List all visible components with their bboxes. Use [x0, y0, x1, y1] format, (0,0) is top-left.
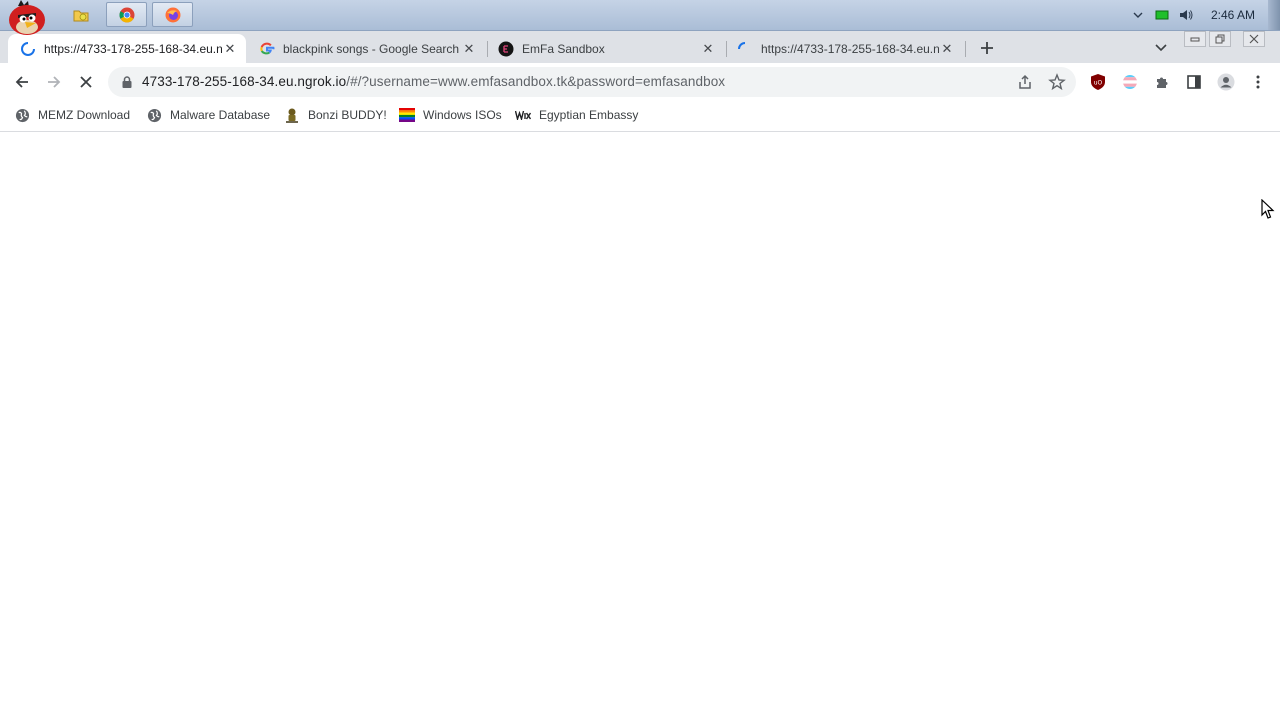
tab-search-button[interactable]	[1151, 38, 1171, 58]
menu-button[interactable]	[1247, 71, 1269, 93]
back-arrow-icon	[15, 76, 28, 88]
more-vert-icon	[1256, 75, 1260, 89]
page-content-area[interactable]	[0, 132, 1280, 720]
taskbar-chrome[interactable]	[106, 2, 147, 27]
show-desktop-button[interactable]	[1268, 0, 1280, 30]
taskbar-file-manager[interactable]	[60, 2, 101, 27]
lock-icon[interactable]	[120, 75, 134, 89]
side-panel-icon	[1187, 75, 1201, 89]
system-tray: 2:46 AM	[1126, 0, 1280, 30]
bookmark-label: MEMZ Download	[38, 108, 131, 122]
url-path: /#/?username=www.emfasandbox.tk&password…	[346, 74, 726, 89]
volume-icon[interactable]	[1174, 3, 1198, 27]
bookmark-windows-isos[interactable]: Windows ISOs	[399, 106, 502, 124]
plus-icon	[981, 42, 993, 54]
minimize-button[interactable]	[1184, 31, 1206, 47]
loading-spinner-icon	[20, 41, 36, 57]
bookmark-egyptian-embassy[interactable]: Egyptian Embassy	[515, 106, 638, 124]
globe-icon	[146, 107, 162, 123]
avatar-icon	[1217, 73, 1235, 91]
close-tab-icon[interactable]: ✕	[700, 41, 716, 57]
close-tab-icon[interactable]: ✕	[461, 41, 477, 57]
bookmark-star-icon[interactable]	[1048, 73, 1066, 91]
tab-ngrok-active[interactable]: https://4733-178-255-168-34.eu.ngrok.io/…	[8, 34, 246, 63]
battery-icon[interactable]	[1150, 3, 1174, 27]
firefox-icon	[165, 7, 180, 22]
extension-flag-button[interactable]	[1119, 71, 1141, 93]
mouse-cursor-icon	[1261, 199, 1275, 219]
clock[interactable]: 2:46 AM	[1198, 8, 1268, 22]
bonzi-icon	[284, 107, 300, 123]
folder-icon	[73, 10, 88, 21]
close-tab-icon[interactable]: ✕	[222, 41, 238, 57]
chevron-up-icon[interactable]	[1126, 3, 1150, 27]
browser-toolbar: 4733-178-255-168-34.eu.ngrok.io/#/?usern…	[0, 63, 1280, 100]
bookmark-label: Bonzi BUDDY!	[308, 108, 387, 122]
bookmark-bonzi-buddy[interactable]: Bonzi BUDDY!	[284, 106, 387, 124]
ublock-extension-button[interactable]: uO	[1087, 71, 1109, 93]
close-icon	[1249, 34, 1259, 44]
address-bar[interactable]: 4733-178-255-168-34.eu.ngrok.io/#/?usern…	[108, 67, 1076, 97]
extensions-button[interactable]	[1151, 71, 1173, 93]
trans-flag-icon	[1123, 75, 1137, 89]
ublock-shield-icon: uO	[1091, 74, 1105, 90]
globe-icon	[14, 107, 30, 123]
tab-separator	[965, 41, 966, 57]
new-tab-button[interactable]	[976, 37, 998, 59]
taskbar-firefox[interactable]	[152, 2, 193, 27]
bookmark-label: Egyptian Embassy	[539, 108, 639, 122]
tab-title: https://4733-178-255-168-34.eu.ngrok.io/	[761, 41, 939, 56]
tab-google-search[interactable]: blackpink songs - Google Search ✕	[247, 34, 485, 63]
address-url[interactable]: 4733-178-255-168-34.eu.ngrok.io/#/?usern…	[142, 74, 725, 89]
rainbow-flag-icon	[399, 107, 415, 123]
tab-title: blackpink songs - Google Search	[283, 41, 460, 56]
back-button[interactable]	[11, 71, 33, 93]
bookmark-label: Malware Database	[170, 108, 271, 122]
angry-bird-start-icon[interactable]	[4, 0, 50, 36]
tab-emfa-sandbox[interactable]: EmFa Sandbox ✕	[486, 34, 724, 63]
url-host: 4733-178-255-168-34.eu.ngrok.io	[142, 74, 347, 89]
profile-button[interactable]	[1215, 71, 1237, 93]
stop-loading-button[interactable]	[75, 71, 97, 93]
bookmarks-bar: MEMZ Download Malware Database Bonzi BUD…	[0, 100, 1280, 132]
tab-title: https://4733-178-255-168-34.eu.ngrok.io/…	[44, 41, 222, 56]
close-tab-icon[interactable]: ✕	[939, 41, 955, 57]
bookmark-label: Windows ISOs	[423, 108, 502, 122]
tab-ngrok-loading[interactable]: https://4733-178-255-168-34.eu.ngrok.io/…	[725, 34, 963, 63]
puzzle-icon	[1157, 77, 1168, 88]
chevron-down-icon	[1155, 44, 1167, 52]
bookmark-malware-database[interactable]: Malware Database	[146, 106, 270, 124]
emfa-icon	[498, 41, 514, 57]
svg-text:uO: uO	[1094, 80, 1103, 87]
chrome-icon	[119, 7, 134, 22]
tab-strip: https://4733-178-255-168-34.eu.ngrok.io/…	[0, 31, 1280, 63]
wix-icon	[515, 107, 531, 123]
forward-arrow-icon	[48, 76, 61, 88]
restore-button[interactable]	[1209, 31, 1231, 47]
restore-icon	[1215, 34, 1225, 44]
close-icon	[80, 76, 92, 88]
minimize-icon	[1190, 37, 1200, 42]
share-icon[interactable]	[1016, 73, 1034, 91]
taskbar: 2:46 AM	[0, 0, 1280, 35]
loading-spinner-icon	[737, 41, 753, 57]
forward-button[interactable]	[43, 71, 65, 93]
tab-title: EmFa Sandbox	[522, 41, 605, 56]
side-panel-button[interactable]	[1183, 71, 1205, 93]
google-icon	[259, 41, 275, 57]
bookmark-memz-download[interactable]: MEMZ Download	[14, 106, 130, 124]
close-window-button[interactable]	[1243, 31, 1265, 47]
